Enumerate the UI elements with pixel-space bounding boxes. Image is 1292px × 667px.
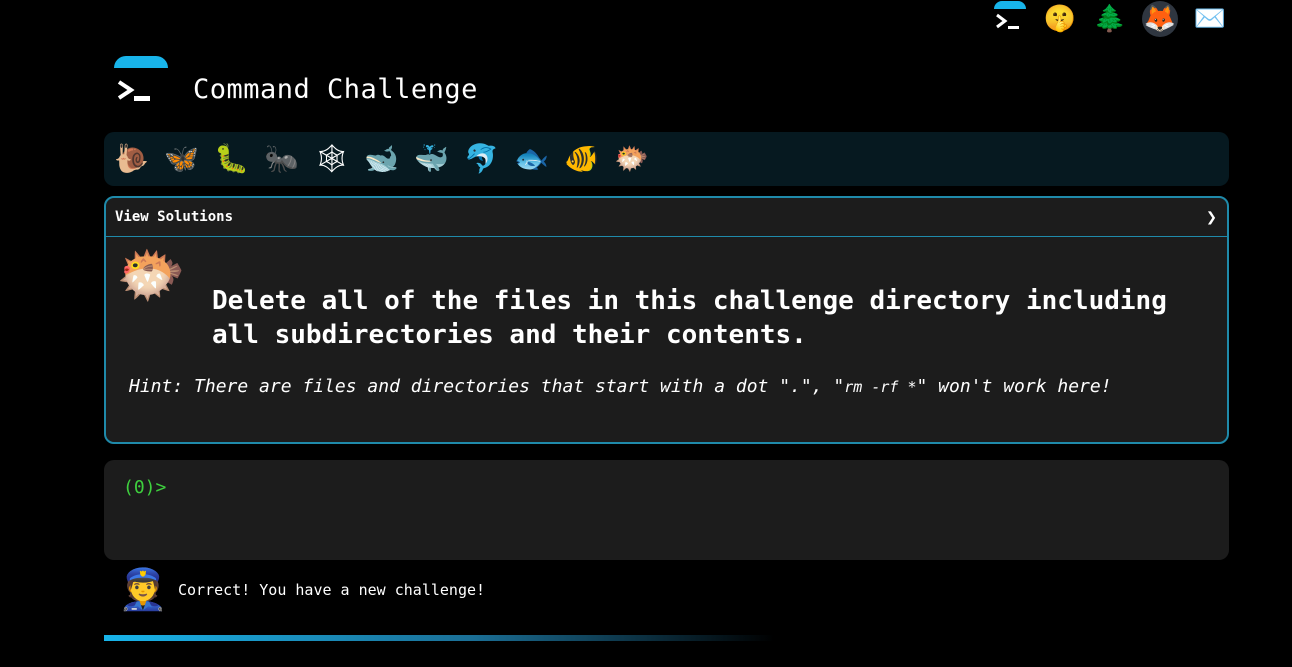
level-spouting-whale-icon[interactable]: 🐳 (414, 145, 449, 173)
challenge-hint: Hint: There are files and directories th… (129, 376, 1112, 397)
level-caterpillar-icon[interactable]: 🐛 (214, 145, 249, 173)
level-butterfly-icon[interactable]: 🦋 (164, 145, 199, 173)
level-bar: 🐌 🦋 🐛 🐜 🕸 🐋 🐳 🐬 🐟 🐠 🐡 (104, 132, 1229, 186)
terminal-prompt: (0)> (123, 477, 167, 498)
shushing-face-icon[interactable]: 🤫 (1042, 1, 1078, 37)
level-fish-icon[interactable]: 🐟 (514, 145, 549, 173)
level-dolphin-icon[interactable]: 🐬 (464, 145, 499, 173)
progress-bar (104, 635, 774, 641)
blowfish-icon: 🐡 (116, 243, 186, 308)
challenge-description: Delete all of the files in this challeng… (212, 286, 1167, 350)
terminal-input[interactable]: (0)> (104, 460, 1229, 560)
evergreen-tree-icon[interactable]: 🌲 (1092, 1, 1128, 37)
police-officer-icon: 👮 (118, 567, 168, 613)
level-blowfish-icon[interactable]: 🐡 (614, 145, 649, 173)
feedback-message: 👮 Correct! You have a new challenge! (118, 570, 485, 610)
level-ant-icon[interactable]: 🐜 (264, 145, 299, 173)
challenge-card: View Solutions ❯ 🐡 Delete all of the fil… (104, 196, 1229, 444)
level-snail-icon[interactable]: 🐌 (114, 145, 149, 173)
envelope-icon[interactable]: ✉️ (1192, 1, 1228, 37)
hint-prefix: Hint: There are files and directories th… (129, 376, 845, 397)
view-solutions-toggle[interactable]: View Solutions ❯ (106, 198, 1227, 237)
page-title: Command Challenge (193, 74, 478, 105)
hint-code: rm -rf * (844, 378, 917, 396)
level-tropical-fish-icon[interactable]: 🐠 (564, 145, 599, 173)
top-icon-bar: 🤫 🌲 🦊 ✉️ (992, 0, 1228, 38)
level-spider-web-icon[interactable]: 🕸 (314, 145, 350, 173)
gitlab-icon[interactable]: 🦊 (1142, 1, 1178, 37)
hint-suffix: " won't work here! (916, 376, 1112, 397)
chevron-right-icon: ❯ (1206, 206, 1217, 228)
feedback-text: Correct! You have a new challenge! (178, 581, 486, 599)
site-logo[interactable] (110, 56, 170, 116)
view-solutions-label: View Solutions (115, 209, 234, 225)
terminal-icon[interactable] (992, 1, 1028, 37)
level-whale-icon[interactable]: 🐋 (364, 145, 399, 173)
